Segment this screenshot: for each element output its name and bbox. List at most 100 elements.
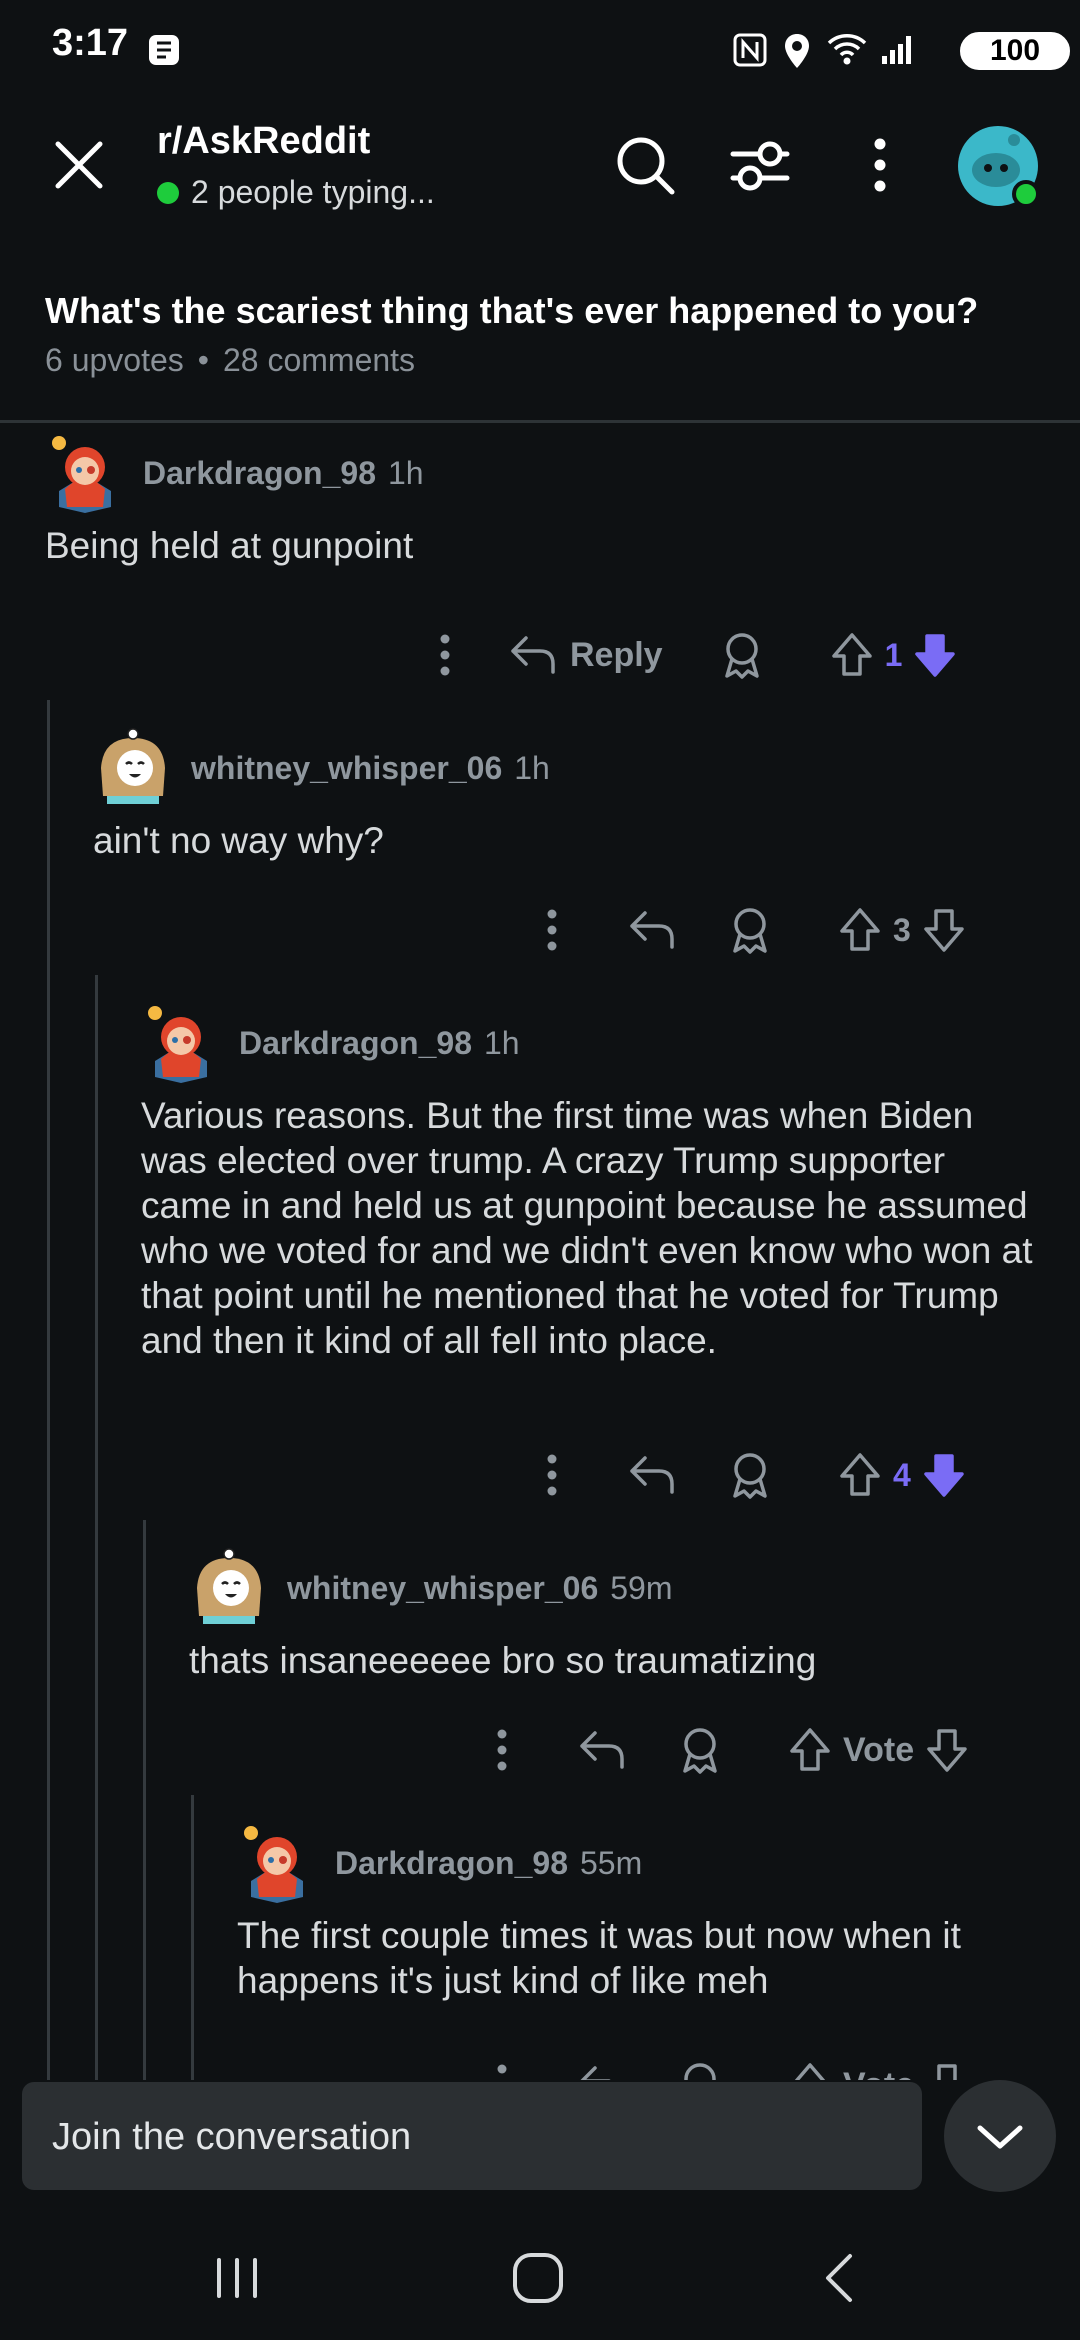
avatar-icon (244, 1826, 303, 1903)
upvote-icon[interactable] (787, 1725, 833, 1775)
comment-username[interactable]: whitney_whisper_06 (191, 750, 502, 787)
vote-control: Vote (787, 2060, 970, 2080)
vote-control: 3 (837, 905, 967, 955)
downvote-icon[interactable] (921, 1450, 967, 1500)
home-icon[interactable] (506, 2246, 570, 2310)
comment: Darkdragon_98 1h Being held at gunpoint (45, 433, 1035, 568)
award-icon (733, 1453, 767, 1499)
vote-label: Vote (843, 1730, 915, 1769)
comment-actions: 3 (527, 900, 1027, 960)
reply-button[interactable] (627, 905, 677, 955)
thread-line (95, 975, 98, 2080)
subreddit-name[interactable]: r/AskReddit (157, 120, 370, 163)
filter-icon (730, 141, 790, 191)
comment-time: 1h (483, 1024, 520, 1061)
thread-line (143, 1520, 146, 2080)
avatar-icon (52, 436, 111, 513)
award-button[interactable] (727, 1450, 773, 1500)
comment-more-button[interactable] (477, 1725, 527, 1775)
filter-button[interactable] (725, 130, 795, 200)
more-vertical-icon (497, 2064, 507, 2074)
upvote-icon[interactable] (837, 1450, 883, 1500)
post-title[interactable]: What's the scariest thing that's ever ha… (45, 290, 978, 332)
collapse-button[interactable] (944, 2080, 1056, 2192)
reply-button[interactable] (577, 1725, 627, 1775)
system-nav-bar (0, 2220, 1080, 2340)
close-icon (55, 141, 103, 189)
comment: whitney_whisper_06 1h ain't no way why? (93, 728, 1033, 863)
award-button[interactable] (727, 905, 773, 955)
post-meta: 6 upvotes • 28 comments (45, 342, 415, 379)
comment-more-button[interactable] (527, 905, 577, 955)
status-time: 3:17 (52, 22, 129, 64)
reply-button[interactable]: Reply (508, 630, 663, 680)
search-icon (617, 137, 675, 195)
recents-icon[interactable] (205, 2246, 269, 2310)
avatar-icon (197, 1548, 261, 1624)
downvote-icon[interactable] (921, 905, 967, 955)
comment-username[interactable]: whitney_whisper_06 (287, 1570, 598, 1607)
typing-status: 2 people typing... (191, 174, 435, 210)
comment-actions: Vote (477, 2060, 1037, 2080)
upvote-icon[interactable] (829, 630, 875, 680)
comment: whitney_whisper_06 59m thats insaneeeeee… (189, 1548, 1049, 1683)
comment-actions: 4 (527, 1445, 1027, 1505)
more-vertical-icon (497, 1729, 507, 1771)
comment: Darkdragon_98 1h Various reasons. But th… (141, 1003, 1041, 1363)
comment-time: 1h (387, 454, 424, 491)
online-dot (157, 181, 179, 204)
comment-username[interactable]: Darkdragon_98 (335, 1845, 568, 1882)
post-comment-count: 28 comments (222, 342, 416, 378)
battery-indicator: 100 (960, 32, 1070, 70)
reply-icon (511, 636, 555, 674)
composer-placeholder: Join the conversation (52, 2116, 412, 2158)
comment-more-button[interactable] (477, 2060, 527, 2080)
user-avatar-icon (958, 126, 1040, 208)
back-icon[interactable] (808, 2246, 872, 2310)
thread-line (191, 1795, 194, 2080)
user-avatar-button[interactable] (956, 124, 1040, 208)
comment-more-button[interactable] (420, 630, 470, 680)
award-icon (733, 908, 767, 954)
vote-count: 3 (893, 911, 911, 948)
comment-actions: Vote (477, 1720, 1037, 1780)
vote-control: 4 (837, 1450, 967, 1500)
comment-actions: Reply 1 (420, 625, 1020, 685)
more-vertical-icon (874, 138, 886, 192)
downvote-icon[interactable] (924, 2060, 970, 2080)
reply-icon (580, 1731, 624, 1769)
comment-composer[interactable]: Join the conversation (22, 2082, 922, 2190)
comment-body: Various reasons. But the first time was … (141, 1095, 1033, 1361)
award-button[interactable] (677, 1725, 723, 1775)
avatar-icon (148, 1006, 207, 1083)
chevron-down-icon (977, 2125, 1023, 2149)
meta-separator: • (197, 342, 209, 378)
notification-icon (146, 32, 182, 68)
downvote-icon[interactable] (912, 630, 958, 680)
comment-body: ain't no way why? (93, 820, 384, 861)
reply-button[interactable] (577, 2060, 627, 2080)
comment-more-button[interactable] (527, 1450, 577, 1500)
location-icon (785, 34, 809, 68)
more-options-button[interactable] (845, 130, 915, 200)
more-vertical-icon (547, 1454, 557, 1496)
comment-username[interactable]: Darkdragon_98 (143, 455, 376, 492)
signal-icon (882, 36, 911, 64)
downvote-icon[interactable] (924, 1725, 970, 1775)
search-button[interactable] (610, 130, 680, 200)
reply-icon (580, 2066, 611, 2080)
award-icon (683, 1728, 717, 1774)
comment-username[interactable]: Darkdragon_98 (239, 1025, 472, 1062)
reply-button[interactable] (627, 1450, 677, 1500)
comment-time: 59m (610, 1569, 673, 1606)
award-button[interactable] (719, 630, 765, 680)
upvote-icon[interactable] (837, 905, 883, 955)
avatar-icon (101, 728, 165, 804)
vote-count: 1 (884, 636, 903, 673)
close-button[interactable] (44, 130, 114, 200)
award-button[interactable] (677, 2060, 723, 2080)
comment: Darkdragon_98 55m The first couple times… (237, 1823, 1057, 2003)
upvote-icon[interactable] (787, 2060, 833, 2080)
comment-time: 1h (514, 749, 550, 786)
reply-icon (630, 911, 674, 949)
